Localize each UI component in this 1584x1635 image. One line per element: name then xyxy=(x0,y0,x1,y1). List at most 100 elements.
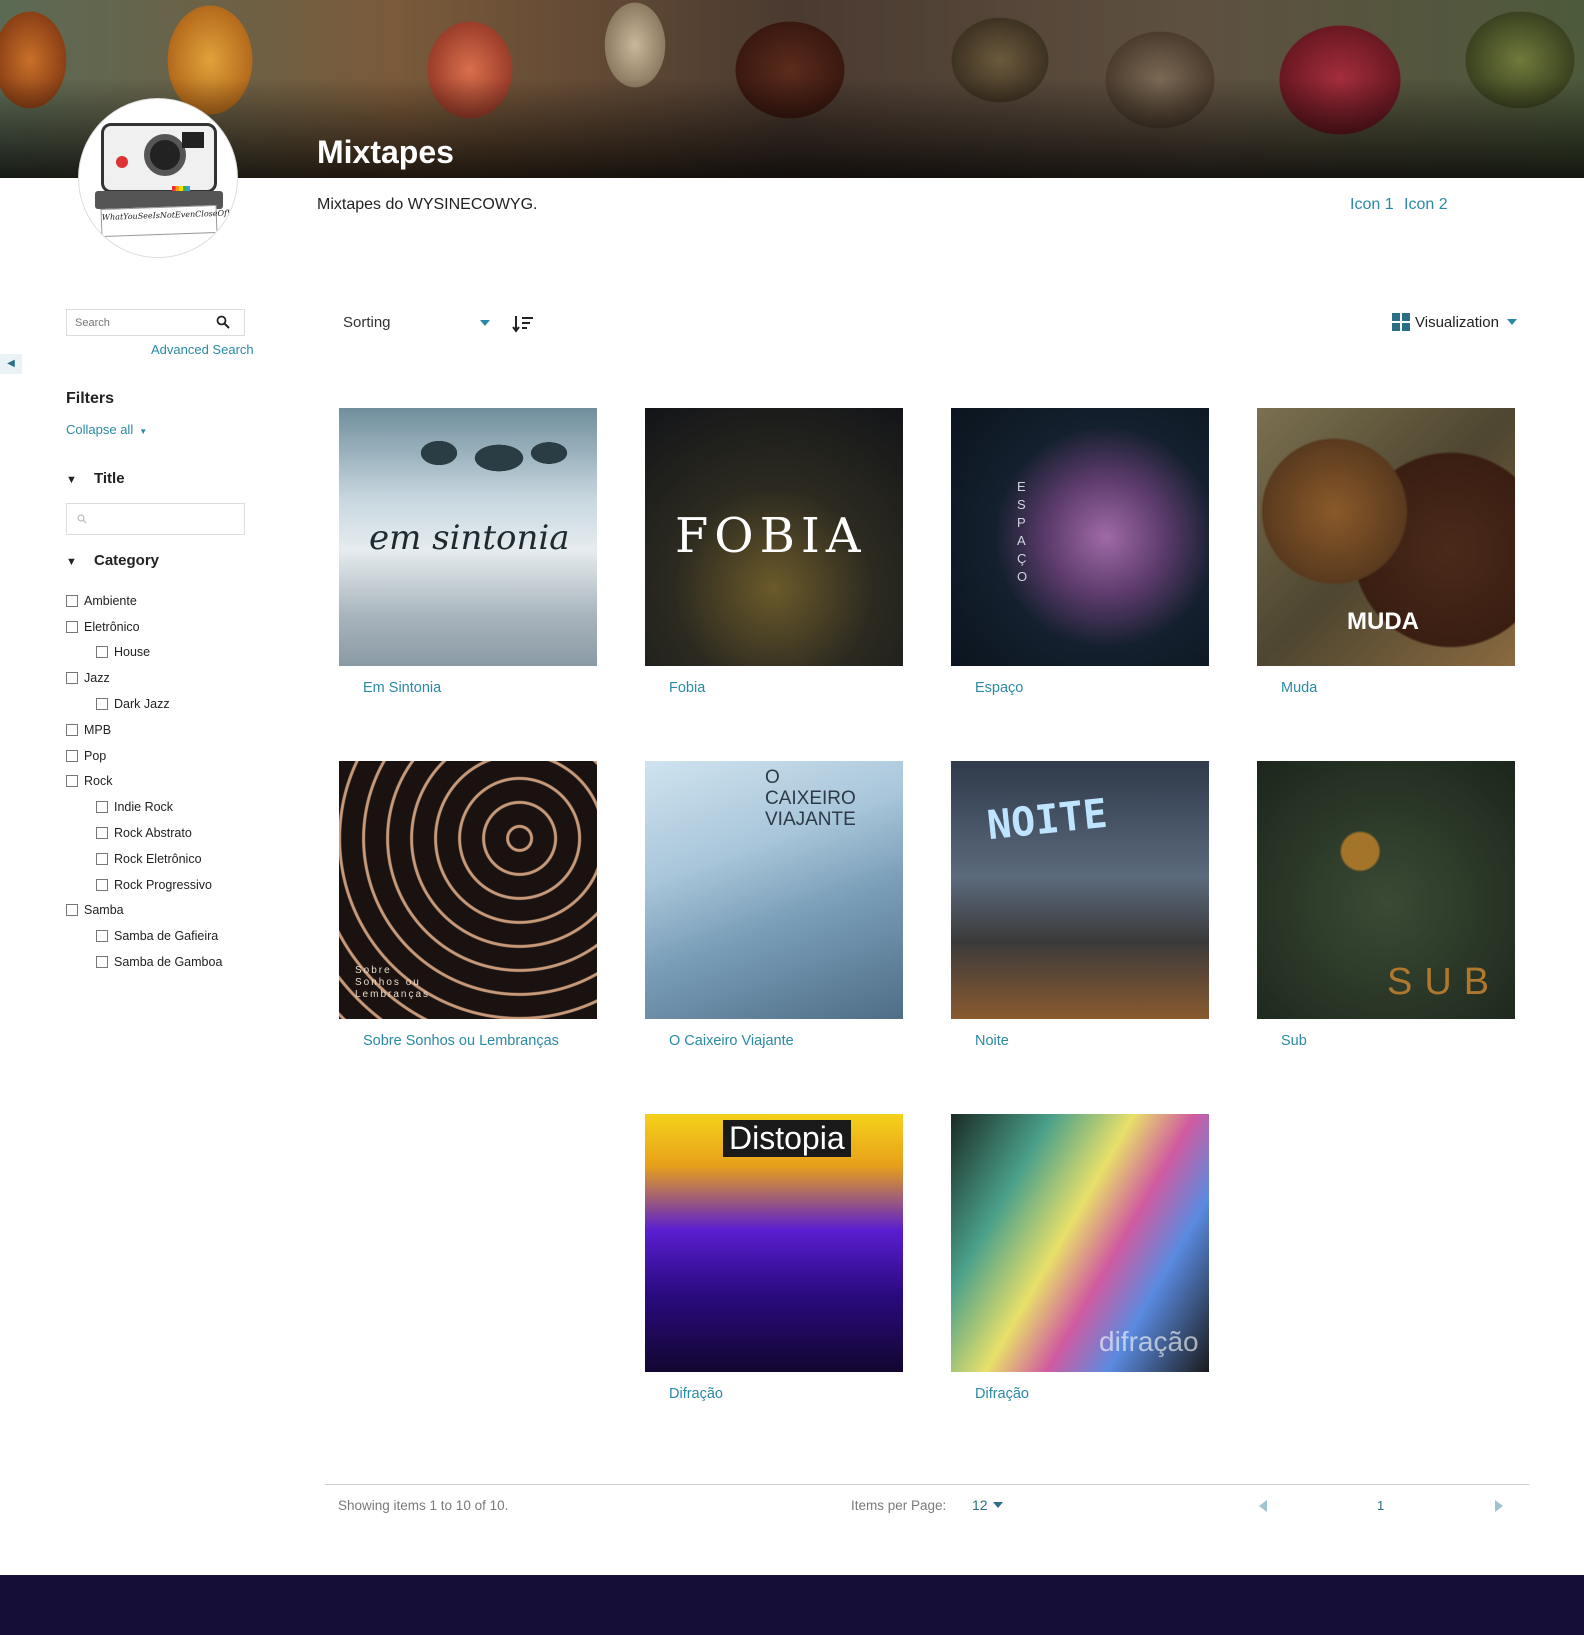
category-house[interactable]: House xyxy=(66,640,222,666)
item-card[interactable]: FOBIA Fobia xyxy=(645,408,903,696)
caret-down-icon xyxy=(1506,319,1517,325)
category-label: Jazz xyxy=(84,671,110,686)
title-filter-input[interactable] xyxy=(66,503,245,535)
checkbox[interactable] xyxy=(66,904,78,917)
checkbox[interactable] xyxy=(66,749,78,762)
items-per-page-value: 12 xyxy=(972,1497,988,1513)
cover-text: ESPAÇO xyxy=(1017,479,1028,584)
items-per-page-select[interactable]: 12 xyxy=(972,1497,1003,1513)
item-title[interactable]: Em Sintonia xyxy=(339,680,597,696)
category-eletronico[interactable]: Eletrônico xyxy=(66,614,222,640)
category-rock-eletronico[interactable]: Rock Eletrônico xyxy=(66,846,222,872)
caret-down-icon[interactable] xyxy=(480,320,490,326)
category-dark-jazz[interactable]: Dark Jazz xyxy=(66,691,222,717)
checkbox[interactable] xyxy=(66,594,78,607)
item-thumbnail[interactable]: ESPAÇO xyxy=(951,408,1209,666)
category-ambiente[interactable]: Ambiente xyxy=(66,588,222,614)
item-title[interactable]: Sub xyxy=(1257,1033,1515,1049)
category-samba[interactable]: Samba xyxy=(66,898,222,924)
category-label: Rock xyxy=(84,774,113,789)
camera-icon xyxy=(101,123,217,226)
category-indie-rock[interactable]: Indie Rock xyxy=(66,794,222,820)
header-links: Icon 1 Icon 2 xyxy=(1350,196,1454,214)
category-rock[interactable]: Rock xyxy=(66,769,222,795)
item-title[interactable]: Muda xyxy=(1257,680,1515,696)
item-thumbnail[interactable]: FOBIA xyxy=(645,408,903,666)
collection-logo: WhatYouSeeIsNotEvenCloseOfWhatYouGet xyxy=(78,98,238,258)
category-label: Samba de Gafieira xyxy=(114,929,219,944)
item-title[interactable]: O Caixeiro Viajante xyxy=(645,1033,903,1049)
item-thumbnail[interactable]: O CAIXEIRO VIAJANTE xyxy=(645,761,903,1019)
facet-title-header[interactable]: ▼ Title xyxy=(66,470,125,487)
item-card[interactable]: SUB Sub xyxy=(1257,761,1515,1049)
category-rock-progressivo[interactable]: Rock Progressivo xyxy=(66,872,222,898)
item-card[interactable]: O CAIXEIRO VIAJANTE O Caixeiro Viajante xyxy=(645,761,903,1049)
logo-caption: WhatYouSeeIsNotEvenCloseOfWhatYouGet xyxy=(100,204,237,238)
category-label: Pop xyxy=(84,748,107,763)
item-thumbnail[interactable]: Sobre Sonhos ou Lembranças xyxy=(339,761,597,1019)
next-page-icon[interactable] xyxy=(1495,1500,1503,1512)
collapse-all-button[interactable]: Collapse all ▼ xyxy=(66,422,147,437)
item-card[interactable]: MUDA Muda xyxy=(1257,408,1515,696)
checkbox[interactable] xyxy=(66,620,78,633)
item-thumbnail[interactable]: em sintonia xyxy=(339,408,597,666)
sidebar-collapse-button[interactable]: ◀ xyxy=(0,354,22,374)
pagination-divider xyxy=(325,1484,1529,1485)
item-thumbnail[interactable]: MUDA xyxy=(1257,408,1515,666)
item-title[interactable]: Sobre Sonhos ou Lembranças xyxy=(339,1033,597,1049)
facet-category-label: Category xyxy=(94,552,160,569)
item-thumbnail[interactable]: SUB xyxy=(1257,761,1515,1019)
item-card[interactable]: difração Difração xyxy=(951,1114,1209,1402)
checkbox[interactable] xyxy=(96,956,108,969)
item-thumbnail[interactable]: Distopia xyxy=(645,1114,903,1372)
checkbox[interactable] xyxy=(96,801,108,814)
facet-title-label: Title xyxy=(94,470,125,487)
checkbox[interactable] xyxy=(96,827,108,840)
showing-items-text: Showing items 1 to 10 of 10. xyxy=(338,1498,509,1513)
filters-title: Filters xyxy=(66,390,115,407)
page-title: Mixtapes xyxy=(317,134,454,170)
cover-text: difração xyxy=(1099,1326,1199,1357)
checkbox[interactable] xyxy=(96,930,108,943)
header-link-1[interactable]: Icon 1 xyxy=(1350,196,1394,213)
category-list: Ambiente Eletrônico House Jazz Dark Jazz… xyxy=(66,588,222,975)
category-pop[interactable]: Pop xyxy=(66,743,222,769)
category-samba-de-gamboa[interactable]: Samba de Gamboa xyxy=(66,949,222,975)
category-mpb[interactable]: MPB xyxy=(66,717,222,743)
checkbox[interactable] xyxy=(96,852,108,865)
item-title[interactable]: Espaço xyxy=(951,680,1209,696)
item-card[interactable]: ESPAÇO Espaço xyxy=(951,408,1209,696)
item-card[interactable]: Distopia Difração xyxy=(645,1114,903,1402)
category-jazz[interactable]: Jazz xyxy=(66,665,222,691)
visualization-dropdown[interactable]: Visualization xyxy=(1392,313,1517,331)
advanced-search-link[interactable]: Advanced Search xyxy=(151,342,254,357)
checkbox[interactable] xyxy=(96,698,108,711)
item-card[interactable]: NOITE Noite xyxy=(951,761,1209,1049)
item-title[interactable]: Difração xyxy=(951,1386,1209,1402)
sorting-dropdown[interactable]: Sorting xyxy=(343,314,391,331)
checkbox[interactable] xyxy=(66,723,78,736)
item-card[interactable]: em sintonia Em Sintonia xyxy=(339,408,597,696)
checkbox[interactable] xyxy=(66,775,78,788)
category-label: Samba de Gamboa xyxy=(114,955,223,970)
facet-category-header[interactable]: ▼ Category xyxy=(66,552,159,569)
page-number[interactable]: 1 xyxy=(1377,1498,1384,1513)
search-box xyxy=(66,309,245,336)
header-link-2[interactable]: Icon 2 xyxy=(1404,196,1448,213)
item-thumbnail[interactable]: difração xyxy=(951,1114,1209,1372)
checkbox[interactable] xyxy=(96,646,108,659)
item-title[interactable]: Fobia xyxy=(645,680,903,696)
search-input[interactable] xyxy=(67,310,207,335)
previous-page-icon[interactable] xyxy=(1259,1500,1267,1512)
checkbox[interactable] xyxy=(66,672,78,685)
item-thumbnail[interactable]: NOITE xyxy=(951,761,1209,1019)
sort-order-icon[interactable] xyxy=(512,314,534,334)
search-icon[interactable] xyxy=(216,315,230,329)
item-card[interactable]: Sobre Sonhos ou Lembranças Sobre Sonhos … xyxy=(339,761,597,1049)
category-samba-de-gafieira[interactable]: Samba de Gafieira xyxy=(66,923,222,949)
item-title[interactable]: Difração xyxy=(645,1386,903,1402)
item-title[interactable]: Noite xyxy=(951,1033,1209,1049)
search-icon xyxy=(77,514,87,524)
category-rock-abstrato[interactable]: Rock Abstrato xyxy=(66,820,222,846)
checkbox[interactable] xyxy=(96,878,108,891)
